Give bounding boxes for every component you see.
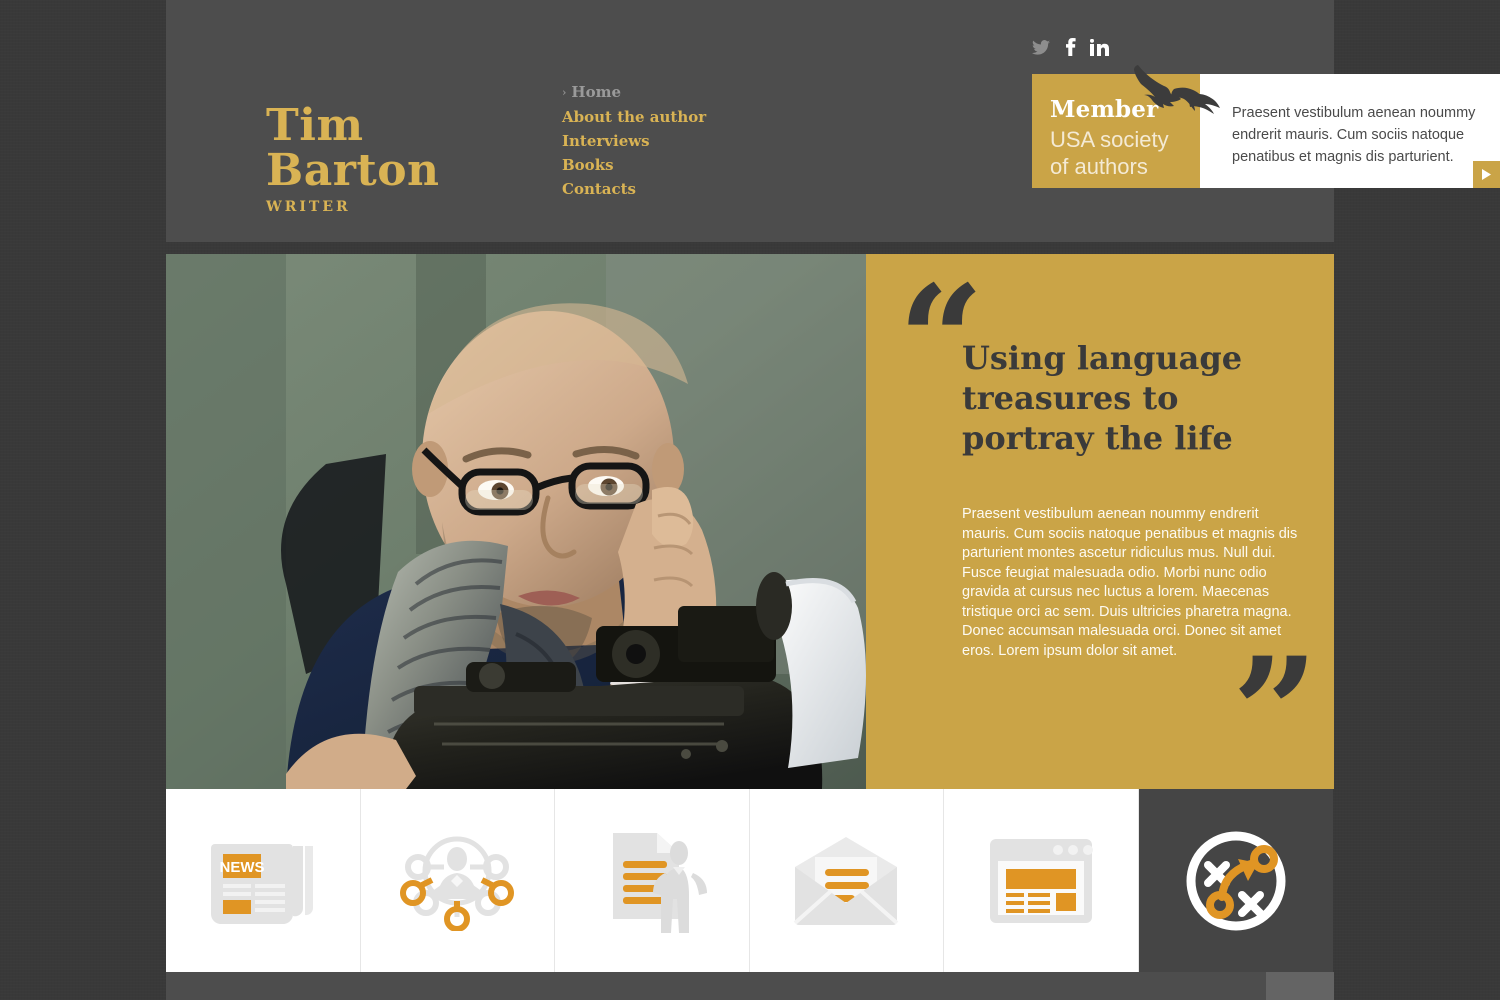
strategy-icon	[1186, 831, 1286, 930]
site-shell: Tim Barton WRITER › Home About the author…	[166, 0, 1500, 1000]
site-logo[interactable]: Tim Barton WRITER	[266, 103, 596, 215]
logo-name-line2: Barton	[266, 145, 440, 196]
site-header: Tim Barton WRITER › Home About the author…	[166, 0, 1500, 242]
quote-panel: “ Using language treasures to portray th…	[866, 254, 1334, 789]
chevron-right-icon: ›	[562, 86, 567, 99]
member-badge: Member USA society of authors	[1032, 65, 1220, 188]
svg-text:NEWS: NEWS	[219, 859, 264, 876]
envelope-letter-icon	[793, 836, 899, 925]
play-arrow-icon	[1482, 169, 1491, 180]
member-subtitle: USA society of authors	[1050, 126, 1200, 180]
linkedin-icon[interactable]	[1090, 38, 1109, 56]
browser-window-icon	[989, 838, 1093, 923]
horizontal-scrollbar-thumb[interactable]	[1266, 972, 1334, 1000]
feature-tile-article[interactable]	[555, 789, 750, 972]
nav-item-home[interactable]: › Home	[562, 80, 822, 105]
logo-tagline: WRITER	[266, 199, 351, 215]
feature-tile-mail[interactable]	[749, 789, 944, 972]
newspaper-icon: NEWS	[210, 843, 313, 924]
feature-icon-strip: NEWS	[166, 789, 1334, 972]
feature-tile-news[interactable]: NEWS	[166, 789, 361, 972]
social-links	[1032, 38, 1109, 56]
author-photo	[166, 254, 866, 789]
nav-item-interviews[interactable]: Interviews	[562, 129, 822, 153]
twitter-icon[interactable]	[1032, 39, 1050, 55]
nav-item-contacts[interactable]: Contacts	[562, 177, 822, 201]
member-banner: Member USA society of authors Praesent v…	[1032, 65, 1500, 188]
member-description: Praesent vestibulum aenean noummy endrer…	[1200, 74, 1500, 188]
member-next-button[interactable]	[1473, 161, 1500, 188]
quote-title: Using language treasures to portray the …	[962, 339, 1243, 457]
document-person-icon	[612, 832, 707, 933]
member-description-text: Praesent vestibulum aenean noummy endrer…	[1232, 105, 1476, 165]
hero-section: “ Using language treasures to portray th…	[166, 254, 1334, 789]
feature-tile-website[interactable]	[944, 789, 1139, 972]
main-navigation: › Home About the author Interviews Books …	[562, 80, 822, 201]
nav-item-about-the-author[interactable]: About the author	[562, 105, 822, 129]
member-subtitle-line2: of authors	[1050, 154, 1148, 179]
member-title: Member	[1050, 96, 1159, 123]
logo-name: Tim Barton	[266, 103, 596, 193]
facebook-icon[interactable]	[1064, 38, 1076, 56]
feature-tile-network[interactable]	[360, 789, 555, 972]
member-subtitle-line1: USA society	[1050, 127, 1169, 152]
site-footer	[166, 972, 1334, 1000]
quote-close-mark: ”	[1232, 625, 1319, 789]
logo-name-line1: Tim	[266, 100, 364, 151]
nav-item-books[interactable]: Books	[562, 153, 822, 177]
nav-item-home-label: Home	[571, 83, 621, 101]
network-person-icon	[400, 836, 515, 931]
feature-tile-strategy[interactable]	[1138, 789, 1333, 972]
